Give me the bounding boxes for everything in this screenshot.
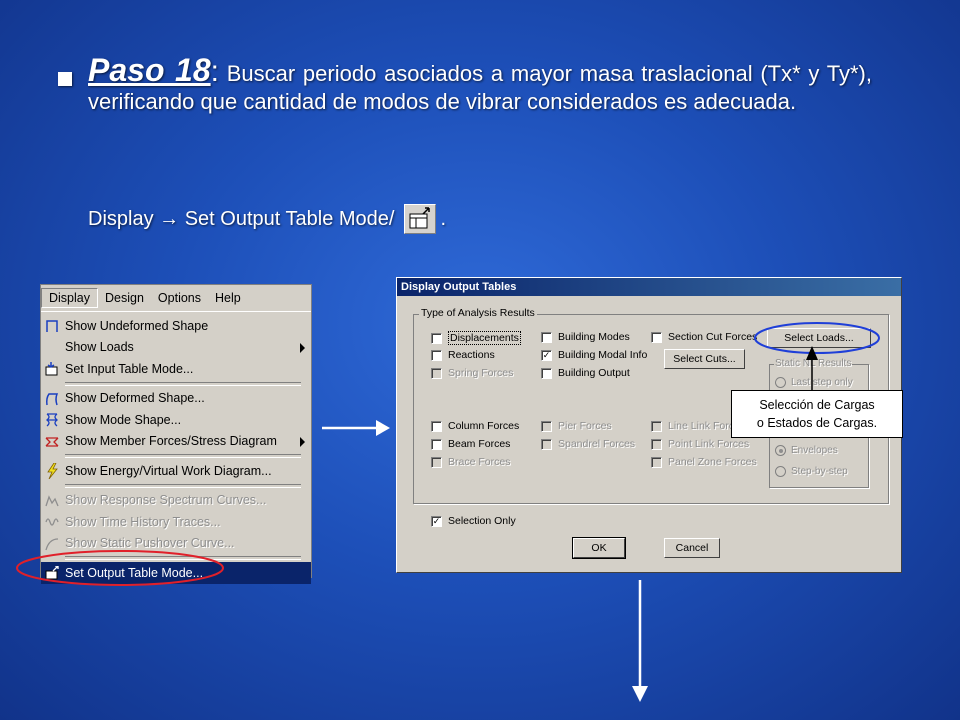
menu-item-set-output-table-mode[interactable]: Set Output Table Mode... [41,562,311,584]
check-icon: ✓ [431,515,442,527]
menu-separator [65,483,301,488]
checkbox-box [651,420,662,432]
checkbox-box [541,331,552,343]
member-forces-icon [44,434,60,450]
analysis-results-title: Type of Analysis Results [419,307,537,319]
menu-item-show-mode-shape[interactable]: Show Mode Shape... [41,409,311,431]
checkbox-spring-forces: Spring Forces [431,367,513,379]
checkbox-box [431,367,442,379]
step-label: Paso 18 [88,52,211,88]
ok-button[interactable]: OK [572,537,626,559]
menu-bar: Display Design Options Help [41,285,311,312]
menu-help[interactable]: Help [208,289,248,307]
callout-line-2: o Estados de Cargas. [756,416,878,430]
menu-item-show-member-forces[interactable]: Show Member Forces/Stress Diagram [41,431,311,453]
display-menu: Display Design Options Help Show Undefor… [40,284,312,584]
radio-last-step-only: Last step only [775,377,853,388]
menu-separator [65,454,301,458]
select-loads-button[interactable]: Select Loads... [767,328,871,348]
checkbox-building-output[interactable]: Building Output [541,367,630,379]
display-instruction: Display → Set Output Table Mode/ . [88,204,446,234]
menu-separator [65,381,301,386]
input-table-icon [44,361,60,377]
menu-item-show-undeformed-shape[interactable]: Show Undeformed Shape [41,315,311,337]
checkbox-section-cut-forces[interactable]: Section Cut Forces [651,331,757,343]
submenu-arrow-icon [300,342,305,353]
dialog-title: Display Output Tables [397,278,901,296]
cancel-button[interactable]: Cancel [664,538,720,558]
menu-design[interactable]: Design [98,289,151,307]
checkbox-brace-forces: Brace Forces [431,456,510,468]
menu-item-set-input-table-mode[interactable]: Set Input Table Mode... [41,358,311,380]
menu-item-show-deformed-shape[interactable]: Show Deformed Shape... [41,388,311,410]
radio-envelopes: Envelopes [775,445,838,456]
checkbox-point-link-forces: Point Link Forces [651,438,749,450]
checkbox-box [651,438,662,450]
arrow-right-icon [322,420,390,436]
checkbox-box [431,332,442,344]
radio-dot [775,466,786,477]
checkbox-box [431,438,442,450]
checkbox-pier-forces: Pier Forces [541,420,612,432]
pushover-icon [44,536,60,552]
response-spectrum-icon [44,493,60,509]
checkbox-panel-zone-forces: Panel Zone Forces [651,456,757,468]
menu-item-show-response-spectrum: Show Response Spectrum Curves... [41,490,311,512]
checkbox-box [651,331,662,343]
submenu-arrow-icon [300,436,305,447]
checkbox-building-modal-info[interactable]: ✓ Building Modal Info [541,349,647,361]
menu-display[interactable]: Display [41,288,98,308]
output-table-icon [44,565,60,581]
deformed-shape-icon [44,391,60,407]
time-history-icon [44,514,60,530]
checkbox-column-forces[interactable]: Column Forces [431,420,519,432]
checkbox-box [431,420,442,432]
checkbox-displacements[interactable]: Displacements [431,331,521,345]
radio-dot [775,377,786,388]
checkbox-building-modes[interactable]: Building Modes [541,331,630,343]
callout-line-1: Selección de Cargas [759,398,875,412]
callout-note: Selección de Cargas o Estados de Cargas. [731,390,903,438]
checkbox-box [431,456,442,468]
checkbox-box [541,438,552,450]
select-cuts-button[interactable]: Select Cuts... [664,349,745,369]
menu-item-show-pushover-curve: Show Static Pushover Curve... [41,533,311,555]
undeformed-shape-icon [44,318,60,334]
mode-shape-icon [44,412,60,428]
checkbox-box [541,367,552,379]
arrow-down-icon [632,580,648,702]
static-nl-results-title: Static NL Results [774,358,853,369]
checkbox-box [541,420,552,432]
bullet-square [58,72,72,86]
checkbox-selection-only[interactable]: ✓ Selection Only [431,515,516,527]
checkbox-reactions[interactable]: Reactions [431,349,495,361]
checkbox-spandrel-forces: Spandrel Forces [541,438,635,450]
checkbox-beam-forces[interactable]: Beam Forces [431,438,510,450]
menu-item-show-loads[interactable]: Show Loads [41,337,311,359]
display-path: Display → Set Output Table Mode/ [88,207,395,230]
checkbox-box [651,456,662,468]
checkbox-box [431,349,442,361]
menu-item-show-time-history: Show Time History Traces... [41,511,311,533]
radio-dot [775,445,786,456]
check-icon: ✓ [541,349,552,361]
radio-step-by-step: Step-by-step [775,466,848,477]
menu-separator [65,556,301,560]
output-table-toolbar-icon[interactable] [404,204,437,234]
menu-options[interactable]: Options [151,289,208,307]
step-paragraph: Paso 18: Buscar periodo asociados a mayo… [88,52,872,114]
energy-icon [44,463,60,479]
menu-item-show-energy-diagram[interactable]: Show Energy/Virtual Work Diagram... [41,460,311,482]
